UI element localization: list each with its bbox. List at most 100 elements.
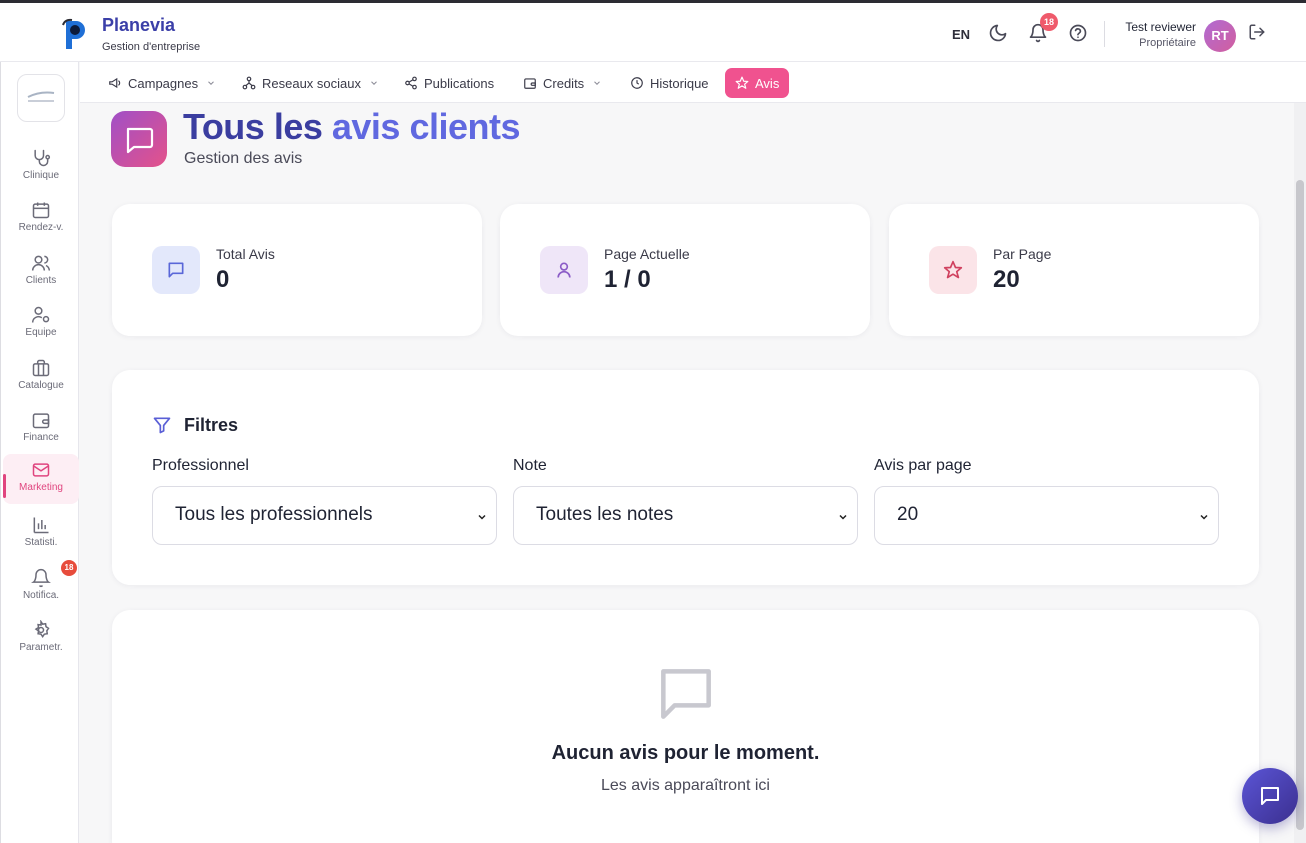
wallet-icon [31, 410, 51, 430]
message-icon [152, 246, 200, 294]
tab-historique[interactable]: Historique [620, 68, 719, 98]
tab-label: Historique [650, 75, 709, 91]
brand-subtitle: Gestion d'entreprise [102, 41, 201, 53]
chevron-down-icon [206, 78, 216, 88]
chat-support-button[interactable] [1242, 768, 1298, 824]
sidebar-item-label: Marketing [19, 482, 63, 493]
sidebar-item-clinique[interactable]: Clinique [3, 142, 79, 192]
stat-label: Page Actuelle [604, 246, 690, 262]
professional-select[interactable]: Tous les professionnels [152, 486, 497, 545]
help-icon[interactable] [1068, 23, 1088, 43]
app-header: Planevia Gestion d'entreprise EN 18 Test… [0, 0, 1306, 62]
gear-icon [31, 620, 51, 640]
brand-name: Planevia [102, 15, 176, 35]
stat-card-total-avis: Total Avis 0 [112, 204, 482, 336]
tab-reseaux-sociaux[interactable]: Reseaux sociaux [232, 68, 389, 98]
empty-state-subtitle: Les avis apparaîtront ici [601, 777, 770, 794]
sidebar-item-finance[interactable]: Finance [3, 404, 79, 454]
stat-value: 0 [216, 266, 230, 293]
stat-label: Total Avis [216, 246, 275, 262]
chevron-down-icon [476, 511, 488, 523]
mail-icon [31, 460, 51, 480]
user-name: Test reviewer [1125, 20, 1196, 34]
top-navigation: Campagnes Reseaux sociaux Publications C… [80, 62, 1306, 103]
chat-icon [1261, 787, 1279, 805]
filters-panel: Filtres Professionnel Tous les professio… [112, 370, 1259, 585]
filter-funnel-icon [152, 415, 172, 435]
stethoscope-icon [31, 148, 51, 168]
tab-label: Credits [543, 75, 585, 91]
stat-card-par-page: Par Page 20 [889, 204, 1259, 336]
page-subtitle: Gestion des avis [184, 150, 303, 167]
tab-credits[interactable]: Credits [513, 68, 612, 98]
dark-mode-moon-icon[interactable] [988, 23, 1008, 43]
megaphone-icon [108, 76, 122, 90]
avatar[interactable]: RT [1204, 20, 1236, 52]
network-icon [242, 76, 256, 90]
sidebar-item-label: Clients [25, 275, 57, 286]
per-page-select[interactable]: 20 [874, 486, 1219, 545]
filters-title: Filtres [184, 415, 239, 435]
chevron-down-icon [592, 78, 602, 88]
tab-avis[interactable]: Avis [725, 68, 790, 98]
professional-select-value: Tous les professionnels [175, 504, 373, 525]
user-icon [540, 246, 588, 294]
page-title-part1: Tous les [183, 106, 332, 147]
notifications-count-badge: 18 [1040, 13, 1058, 31]
notifications-badge: 18 [61, 560, 77, 576]
users-icon [31, 253, 51, 273]
reviews-empty-state: Aucun avis pour le moment. Les avis appa… [112, 610, 1259, 843]
sidebar-item-equipe[interactable]: Equipe [3, 299, 79, 349]
empty-message-icon [652, 660, 720, 728]
calendar-icon [31, 200, 51, 220]
chevron-down-icon [369, 78, 379, 88]
tab-campagnes[interactable]: Campagnes [98, 68, 226, 98]
logout-icon[interactable] [1248, 23, 1268, 43]
page-title: Tous les avis clients [183, 106, 521, 148]
professional-label: Professionnel [152, 457, 249, 474]
sidebar-item-label: Clinique [22, 170, 60, 181]
sidebar-item-label: Finance [23, 432, 59, 443]
tab-label: Campagnes [128, 75, 199, 91]
sidebar: Clinique Rendez-v. Clients Equipe Catalo… [0, 62, 79, 843]
sidebar-item-label: Equipe [25, 327, 57, 338]
sidebar-item-label: Notifica. [22, 590, 60, 601]
chevron-down-icon [837, 511, 849, 523]
star-icon [929, 246, 977, 294]
chevron-down-icon [1198, 511, 1210, 523]
stat-value: 1 / 0 [604, 266, 651, 293]
tab-publications[interactable]: Publications [394, 68, 504, 98]
sidebar-item-rendez-vous[interactable]: Rendez-v. [3, 194, 79, 244]
sidebar-item-label: Catalogue [18, 380, 64, 391]
business-logo[interactable] [17, 74, 65, 122]
planevia-logo-icon[interactable] [60, 17, 90, 51]
sidebar-item-label: Parametr. [19, 642, 63, 653]
sidebar-item-statistiques[interactable]: Statisti. [3, 509, 79, 559]
rating-select-value: Toutes les notes [536, 504, 674, 525]
per-page-label: Avis par page [874, 457, 972, 474]
sidebar-item-label: Statisti. [24, 537, 58, 548]
per-page-select-value: 20 [897, 504, 919, 525]
bell-icon [31, 568, 51, 588]
stat-label: Par Page [993, 246, 1052, 262]
sidebar-item-clients[interactable]: Clients [3, 247, 79, 297]
bar-chart-icon [31, 515, 51, 535]
page-message-icon [111, 111, 167, 167]
page-title-part2: avis clients [331, 106, 521, 147]
wallet-icon [523, 76, 537, 90]
rating-label: Note [513, 457, 547, 474]
scrollbar-thumb[interactable] [1296, 180, 1304, 830]
language-switch[interactable]: EN [952, 27, 970, 42]
tab-label: Publications [424, 75, 495, 91]
sidebar-item-catalogue[interactable]: Catalogue [3, 352, 79, 402]
sidebar-item-parametres[interactable]: Parametr. [3, 614, 79, 664]
user-cog-icon [31, 305, 51, 325]
star-icon [735, 76, 749, 90]
tab-label: Avis [755, 75, 780, 91]
stat-value: 20 [993, 266, 1020, 293]
share-icon [404, 76, 418, 90]
sidebar-item-marketing[interactable]: Marketing [3, 454, 79, 504]
sidebar-item-notifications[interactable]: Notifica. 18 [3, 560, 79, 612]
user-role: Propriétaire [1139, 37, 1196, 49]
rating-select[interactable]: Toutes les notes [513, 486, 858, 545]
